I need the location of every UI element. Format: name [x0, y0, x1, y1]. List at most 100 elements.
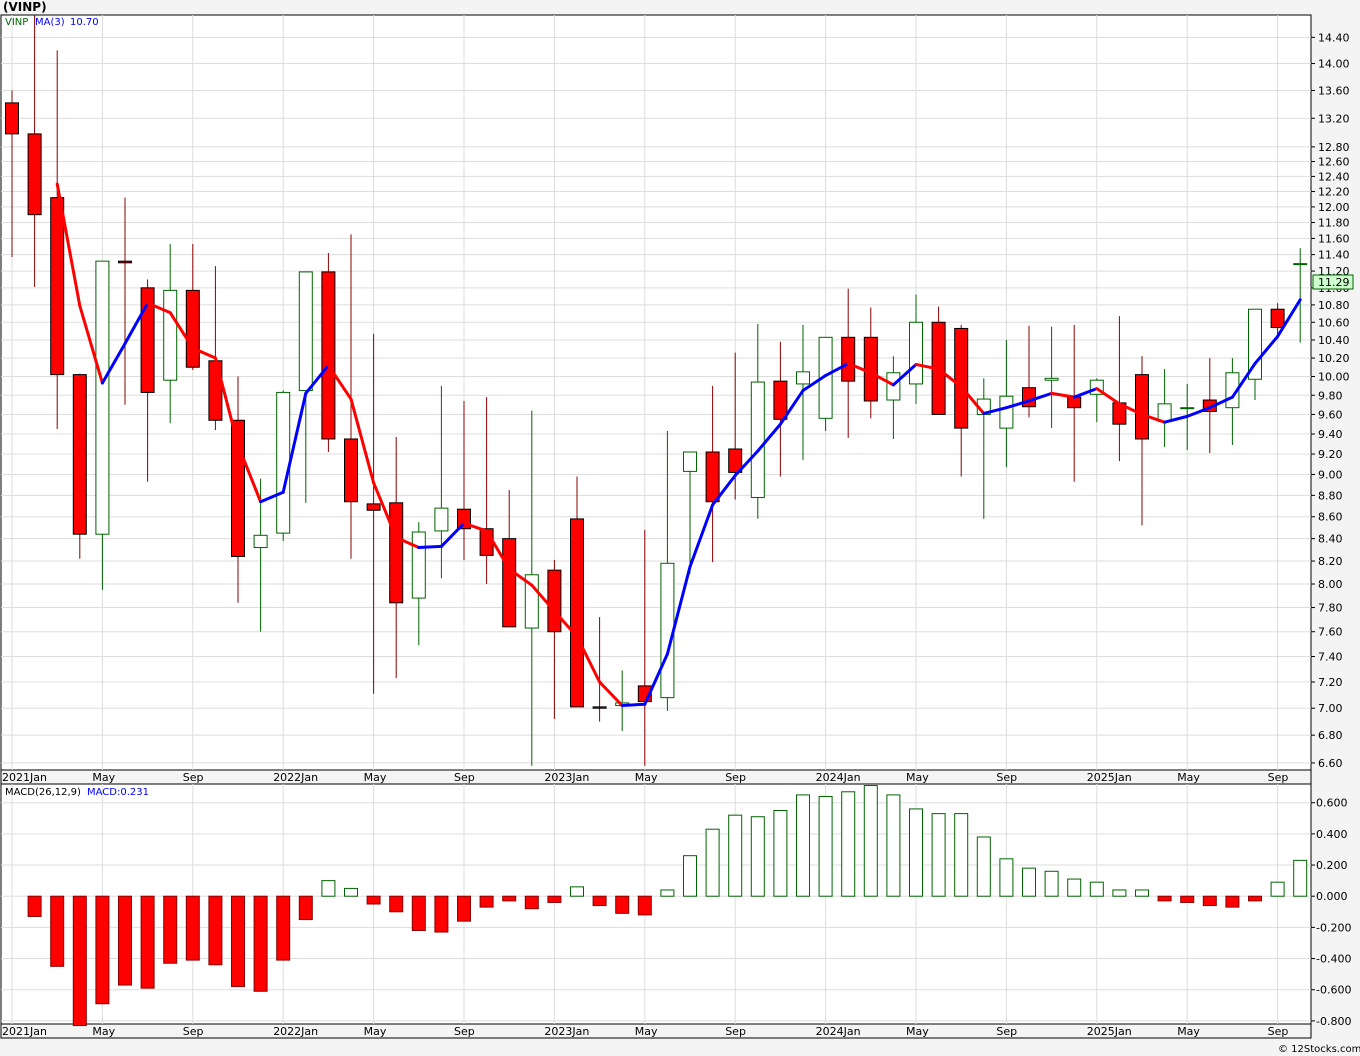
macd-bar	[886, 794, 901, 897]
macd-bar	[1225, 895, 1240, 908]
candle-body-down	[185, 289, 200, 368]
macd-bar	[321, 880, 336, 897]
macd-bar	[1044, 870, 1059, 897]
candle-body-up	[909, 321, 923, 385]
x-axis-label: May	[635, 771, 658, 784]
x-axis-label: 2024Jan	[816, 771, 861, 784]
candle-body-down	[547, 569, 562, 633]
macd-bar	[366, 895, 381, 905]
candle-body-up	[683, 451, 697, 472]
macd-bar	[163, 895, 178, 964]
symbol-legend: VINP	[5, 17, 28, 28]
macd-x-axis-label: Sep	[1268, 1025, 1289, 1038]
ma-legend-value: 10.70	[70, 17, 99, 28]
candle-body-down	[389, 502, 404, 604]
price-tick-label: 9.40	[1318, 428, 1343, 441]
macd-bar	[185, 895, 200, 961]
price-tick-label: 11.60	[1318, 232, 1350, 245]
watermark: © 12Stocks.com	[1278, 1044, 1360, 1055]
chart-title: (VINP)	[3, 0, 47, 14]
candle-body-up	[1044, 377, 1059, 381]
candle-body-down	[321, 271, 336, 440]
macd-bar	[1135, 889, 1149, 897]
candle-body-down	[50, 197, 65, 376]
macd-tick-label: -0.800	[1316, 1015, 1351, 1028]
macd-bar	[999, 858, 1014, 897]
macd-bar	[592, 895, 607, 907]
candle-body-up	[434, 507, 449, 532]
price-tick-label: 7.00	[1318, 702, 1343, 715]
macd-bar	[773, 809, 788, 897]
macd-bar	[976, 836, 991, 897]
candle-body-up	[750, 381, 765, 498]
macd-bar	[637, 895, 652, 916]
macd-bar	[298, 895, 313, 921]
macd-bar	[1067, 878, 1082, 897]
macd-bar	[1157, 895, 1172, 902]
x-axis-label: Sep	[996, 771, 1017, 784]
price-tick-label: 8.00	[1318, 578, 1343, 591]
macd-bar	[389, 895, 404, 913]
candle-body-down	[705, 451, 720, 503]
macd-bar	[818, 795, 833, 897]
candle	[818, 336, 833, 432]
x-axis-label: May	[92, 771, 115, 784]
x-axis-label: 2022Jan	[273, 771, 318, 784]
price-tick-label: 10.00	[1318, 370, 1350, 383]
macd-bar	[434, 895, 449, 933]
macd-bar	[1112, 889, 1127, 897]
price-tick-label: 10.80	[1318, 299, 1350, 312]
x-axis-label: 2025Jan	[1087, 771, 1132, 784]
candle-body-down	[502, 538, 517, 628]
price-tick-label: 8.20	[1318, 555, 1343, 568]
candle-body-up	[253, 534, 268, 549]
price-tick-label: 11.40	[1318, 249, 1350, 262]
candle-body-up	[1157, 403, 1172, 422]
macd-bar	[705, 828, 720, 897]
macd-bar	[909, 808, 923, 897]
macd-bar	[72, 895, 87, 1027]
macd-legend-label: MACD(26,12,9)	[5, 787, 81, 798]
candle-body-down	[954, 327, 969, 429]
ma-segment	[620, 702, 647, 708]
price-tick-label: 11.80	[1318, 217, 1350, 230]
price-tick-label: 9.00	[1318, 468, 1343, 481]
x-axis-label: May	[364, 771, 387, 784]
macd-bar	[728, 814, 743, 897]
macd-x-axis-label: 2024Jan	[816, 1025, 861, 1038]
price-tick-label: 12.80	[1318, 141, 1350, 154]
candle-body-up	[276, 391, 291, 534]
candle-body-up	[163, 289, 178, 381]
candle-body-down	[863, 336, 878, 402]
macd-bar	[547, 895, 562, 903]
macd-bar	[1089, 881, 1104, 897]
candle-body-down	[841, 336, 856, 382]
macd-bar	[931, 813, 946, 897]
macd-bar	[1270, 881, 1285, 897]
macd-bar	[479, 895, 494, 908]
price-tick-label: 7.40	[1318, 651, 1343, 664]
macd-x-axis-label: Sep	[454, 1025, 475, 1038]
x-axis-label: May	[906, 771, 929, 784]
x-axis-label: Sep	[1268, 771, 1289, 784]
price-tick-label: 8.60	[1318, 511, 1343, 524]
candle-body-down	[27, 133, 42, 216]
candle-body-up	[796, 371, 810, 385]
candle-body-down	[1135, 374, 1149, 440]
price-tick-label: 8.80	[1318, 489, 1343, 502]
macd-bar	[570, 886, 584, 897]
price-tick-label: 9.80	[1318, 389, 1343, 402]
x-axis-label: 2021Jan	[2, 771, 47, 784]
macd-bar	[1293, 859, 1308, 897]
price-tick-label: 7.20	[1318, 676, 1343, 689]
macd-x-axis-label: 2023Jan	[544, 1025, 589, 1038]
price-tick-label: 7.60	[1318, 626, 1343, 639]
candle-body-down	[773, 380, 788, 420]
price-tick-label: 9.20	[1318, 448, 1343, 461]
candle-body-down	[5, 102, 19, 135]
macd-bar	[1022, 867, 1036, 897]
price-tick-label: 6.60	[1318, 757, 1343, 770]
candle-body-up	[1180, 407, 1195, 410]
macd-bar	[208, 895, 223, 966]
candle-body-down	[344, 438, 358, 503]
